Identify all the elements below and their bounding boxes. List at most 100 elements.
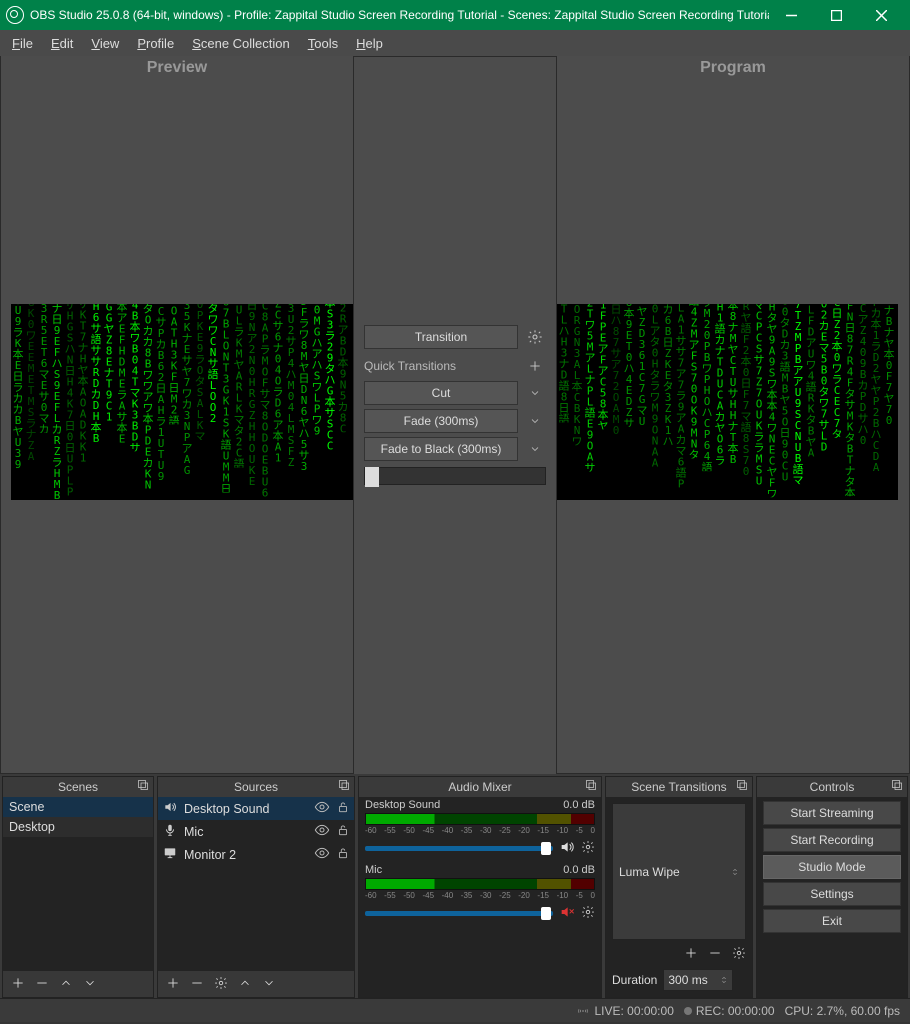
- status-rec: REC: 00:00:00: [684, 1004, 775, 1018]
- scene-item[interactable]: Desktop: [3, 817, 153, 837]
- qt-cut[interactable]: Cut: [364, 381, 518, 405]
- close-button[interactable]: [859, 0, 904, 30]
- add-transition-icon[interactable]: [684, 946, 698, 963]
- volume-slider[interactable]: [365, 846, 553, 851]
- channel-name: Mic: [365, 864, 382, 876]
- program-pane[interactable]: Program D P ナ 7 マ ラ マ T L ハ H 3 ナ D 語 8 …: [556, 56, 910, 774]
- audio-meter: [365, 878, 595, 890]
- popout-icon[interactable]: [585, 779, 597, 794]
- add-source-icon[interactable]: [166, 976, 180, 993]
- scene-down-icon[interactable]: [83, 976, 97, 993]
- lock-icon[interactable]: [336, 800, 350, 817]
- duration-input[interactable]: 300 ms: [663, 969, 733, 991]
- menu-scene-collection[interactable]: Scene Collection: [184, 33, 298, 54]
- popout-icon[interactable]: [736, 779, 748, 794]
- transition-settings-icon[interactable]: [524, 326, 546, 348]
- slider-thumb[interactable]: [541, 907, 551, 920]
- program-label: Program: [557, 56, 909, 83]
- menu-view[interactable]: View: [83, 33, 127, 54]
- speaker-icon: [162, 800, 178, 817]
- window-title: OBS Studio 25.0.8 (64-bit, windows) - Pr…: [30, 8, 769, 22]
- control-button-settings[interactable]: Settings: [763, 882, 901, 906]
- sources-dock: Sources Desktop SoundMicMonitor 2: [157, 776, 355, 998]
- remove-scene-icon[interactable]: [35, 976, 49, 993]
- visibility-icon[interactable]: [314, 822, 330, 841]
- tbar-handle[interactable]: [365, 467, 379, 487]
- add-quick-transition-icon[interactable]: [524, 355, 546, 377]
- chevron-down-icon[interactable]: [524, 438, 546, 460]
- audio-channel: Desktop Sound0.0 dB-60-55-50-45-40-35-30…: [359, 797, 601, 862]
- popout-icon[interactable]: [137, 779, 149, 794]
- qt-fade-black[interactable]: Fade to Black (300ms): [364, 437, 518, 461]
- popout-icon[interactable]: [891, 779, 903, 794]
- mute-icon[interactable]: [559, 904, 575, 923]
- source-label: Mic: [184, 825, 203, 839]
- source-down-icon[interactable]: [262, 976, 276, 993]
- quick-transitions-label: Quick Transitions: [364, 359, 456, 373]
- channel-settings-icon[interactable]: [581, 905, 595, 922]
- lock-icon[interactable]: [336, 846, 350, 863]
- source-item[interactable]: Mic: [158, 820, 354, 843]
- preview-viewport[interactable]: 0 D 本 U 9 ラ K 本 E 日 ラ カ カ B ヤ U 3 9 2 S …: [11, 304, 353, 500]
- source-label: Monitor 2: [184, 848, 236, 862]
- minimize-button[interactable]: [769, 0, 814, 30]
- popout-icon[interactable]: [338, 779, 350, 794]
- transition-properties-icon[interactable]: [732, 946, 746, 963]
- source-item[interactable]: Monitor 2: [158, 843, 354, 866]
- obs-logo-icon: [6, 6, 24, 24]
- scene-transitions-title: Scene Transitions: [631, 780, 726, 794]
- record-dot-icon: [684, 1007, 692, 1015]
- statusbar: LIVE: 00:00:00 REC: 00:00:00 CPU: 2.7%, …: [0, 998, 910, 1022]
- audio-mixer-dock: Audio Mixer Desktop Sound0.0 dB-60-55-50…: [358, 776, 602, 998]
- menubar: File Edit View Profile Scene Collection …: [0, 30, 910, 56]
- slider-thumb[interactable]: [541, 842, 551, 855]
- status-cpu: CPU: 2.7%, 60.00 fps: [785, 1004, 900, 1018]
- remove-source-icon[interactable]: [190, 976, 204, 993]
- scene-up-icon[interactable]: [59, 976, 73, 993]
- menu-edit[interactable]: Edit: [43, 33, 81, 54]
- menu-profile[interactable]: Profile: [129, 33, 182, 54]
- volume-slider[interactable]: [365, 911, 553, 916]
- program-viewport[interactable]: D P ナ 7 マ ラ マ T L ハ H 3 ナ D 語 8 日 語 O D …: [557, 304, 898, 500]
- monitor-icon: [162, 846, 178, 863]
- add-scene-icon[interactable]: [11, 976, 25, 993]
- source-item[interactable]: Desktop Sound: [158, 797, 354, 820]
- visibility-icon[interactable]: [314, 845, 330, 864]
- channel-settings-icon[interactable]: [581, 840, 595, 857]
- visibility-icon[interactable]: [314, 799, 330, 818]
- audio-channel: Mic0.0 dB-60-55-50-45-40-35-30-25-20-15-…: [359, 862, 601, 927]
- preview-pane[interactable]: Preview 0 D 本 U 9 ラ K 本 E 日 ラ カ カ B ヤ U …: [0, 56, 354, 774]
- source-settings-icon[interactable]: [214, 976, 228, 993]
- chevron-down-icon[interactable]: [524, 382, 546, 404]
- source-label: Desktop Sound: [184, 802, 269, 816]
- channel-db: 0.0 dB: [563, 799, 595, 811]
- lock-icon[interactable]: [336, 823, 350, 840]
- transition-button[interactable]: Transition: [364, 325, 518, 349]
- duration-label: Duration: [612, 973, 657, 987]
- scene-item[interactable]: Scene: [3, 797, 153, 817]
- status-live: LIVE: 00:00:00: [576, 1004, 673, 1018]
- tbar-slider[interactable]: [364, 467, 546, 485]
- preview-label: Preview: [1, 56, 353, 83]
- menu-file[interactable]: File: [4, 33, 41, 54]
- workspace: Preview 0 D 本 U 9 ラ K 本 E 日 ラ カ カ B ヤ U …: [0, 56, 910, 774]
- source-up-icon[interactable]: [238, 976, 252, 993]
- audio-meter: [365, 813, 595, 825]
- menu-tools[interactable]: Tools: [300, 33, 346, 54]
- mute-icon[interactable]: [559, 839, 575, 858]
- menu-help[interactable]: Help: [348, 33, 391, 54]
- maximize-button[interactable]: [814, 0, 859, 30]
- qt-fade[interactable]: Fade (300ms): [364, 409, 518, 433]
- transition-select[interactable]: Luma Wipe: [612, 803, 746, 940]
- remove-transition-icon[interactable]: [708, 946, 722, 963]
- controls-title: Controls: [810, 780, 855, 794]
- channel-db: 0.0 dB: [563, 864, 595, 876]
- control-button-exit[interactable]: Exit: [763, 909, 901, 933]
- control-button-start-streaming[interactable]: Start Streaming: [763, 801, 901, 825]
- channel-name: Desktop Sound: [365, 799, 440, 811]
- control-button-studio-mode[interactable]: Studio Mode: [763, 855, 901, 879]
- audio-mixer-title: Audio Mixer: [448, 780, 511, 794]
- control-button-start-recording[interactable]: Start Recording: [763, 828, 901, 852]
- titlebar: OBS Studio 25.0.8 (64-bit, windows) - Pr…: [0, 0, 910, 30]
- chevron-down-icon[interactable]: [524, 410, 546, 432]
